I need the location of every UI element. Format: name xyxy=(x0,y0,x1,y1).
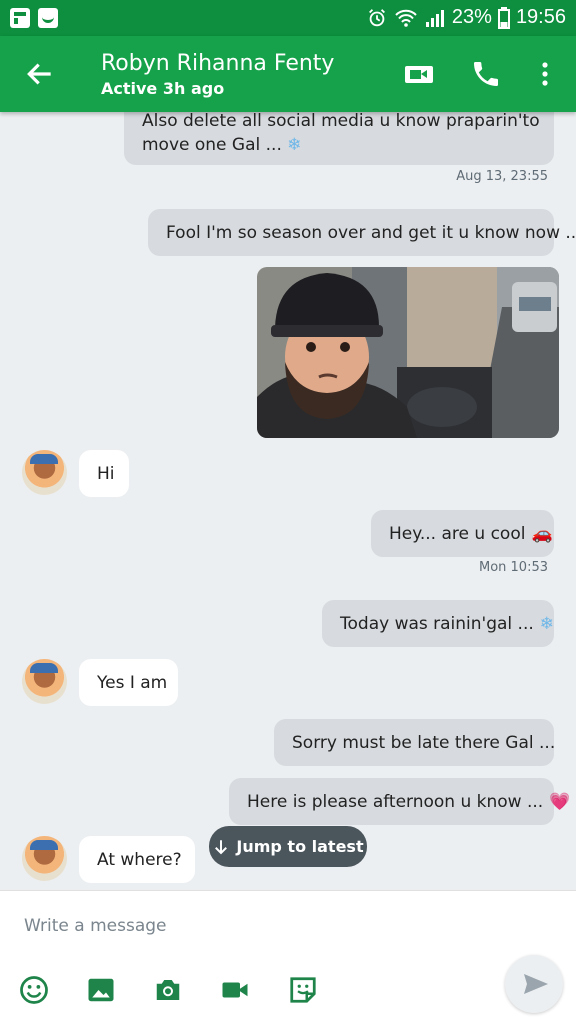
outgoing-message[interactable]: Today was rainin'gal ... ❄ xyxy=(322,600,554,647)
outgoing-message[interactable]: Fool I'm so season over and get it u kno… xyxy=(148,209,576,256)
outgoing-message[interactable]: Also delete all social media u know prap… xyxy=(124,112,554,165)
message-timestamp: Aug 13, 23:55 xyxy=(456,169,548,184)
contact-avatar[interactable] xyxy=(22,659,67,704)
presence-status: Active 3h ago xyxy=(101,79,225,98)
incoming-message[interactable]: Hi xyxy=(79,450,129,497)
message-text: move one Gal ... xyxy=(142,134,282,155)
snowflake-emoji: ❄ xyxy=(539,613,555,634)
message-text: Today was rainin'gal ... xyxy=(340,613,534,634)
more-options-icon[interactable] xyxy=(529,58,561,90)
car-emoji: 🚗 xyxy=(531,523,553,544)
conversation-header: Robyn Rihanna Fenty Active 3h ago xyxy=(0,36,576,112)
incoming-message[interactable]: At where? xyxy=(79,836,195,883)
app-notification-icon xyxy=(38,8,58,28)
arrow-down-icon xyxy=(215,839,228,854)
video-call-icon[interactable] xyxy=(403,58,435,90)
message-input[interactable] xyxy=(22,911,476,941)
status-bar: 23% 19:56 xyxy=(0,0,576,36)
battery-percent: 23% xyxy=(451,6,492,28)
jump-to-latest-button[interactable]: Jump to latest xyxy=(209,826,367,867)
camera-icon[interactable] xyxy=(153,975,183,1005)
message-composer xyxy=(0,890,576,1025)
message-text: Yes I am xyxy=(97,672,168,693)
message-text: Fool I'm so season over and get it u kno… xyxy=(166,222,576,243)
heart-emoji: 💗 xyxy=(549,791,571,812)
outgoing-message[interactable]: Hey... are u cool 🚗 xyxy=(371,510,554,557)
gallery-icon[interactable] xyxy=(86,975,116,1005)
send-button[interactable] xyxy=(505,955,563,1013)
signal-icon xyxy=(425,9,444,27)
message-text: Hi xyxy=(97,463,115,484)
message-timestamp: Mon 10:53 xyxy=(478,560,548,575)
message-text: Hey... are u cool xyxy=(389,523,526,544)
jump-to-latest-label: Jump to latest xyxy=(236,837,364,856)
message-list[interactable]: Also delete all social media u know prap… xyxy=(0,112,576,890)
contact-avatar[interactable] xyxy=(22,836,67,881)
message-text: Also delete all social media u know prap… xyxy=(142,112,540,131)
battery-icon xyxy=(497,6,510,29)
emoji-icon[interactable] xyxy=(19,975,49,1005)
message-text: Sorry must be late there Gal ... xyxy=(292,732,556,753)
alarm-icon xyxy=(368,8,385,26)
phone-call-icon[interactable] xyxy=(470,58,502,90)
outgoing-message[interactable]: Sorry must be late there Gal ... xyxy=(274,719,556,766)
back-arrow-icon[interactable] xyxy=(24,58,56,90)
video-icon[interactable] xyxy=(220,975,250,1005)
message-text: Here is please afternoon u know ... xyxy=(247,791,544,812)
send-icon xyxy=(524,974,548,994)
wifi-icon xyxy=(395,9,417,27)
sticker-icon[interactable] xyxy=(288,975,318,1005)
incoming-message[interactable]: Yes I am xyxy=(79,659,178,706)
contact-avatar[interactable] xyxy=(22,450,67,495)
clock: 19:56 xyxy=(515,6,566,28)
snowflake-emoji: ❄ xyxy=(287,134,302,155)
message-text: At where? xyxy=(97,849,182,870)
contact-name[interactable]: Robyn Rihanna Fenty xyxy=(101,51,334,76)
photo-message[interactable] xyxy=(257,267,559,438)
flipboard-notification-icon xyxy=(10,8,30,28)
outgoing-message[interactable]: Here is please afternoon u know ... 💗 xyxy=(229,778,570,825)
